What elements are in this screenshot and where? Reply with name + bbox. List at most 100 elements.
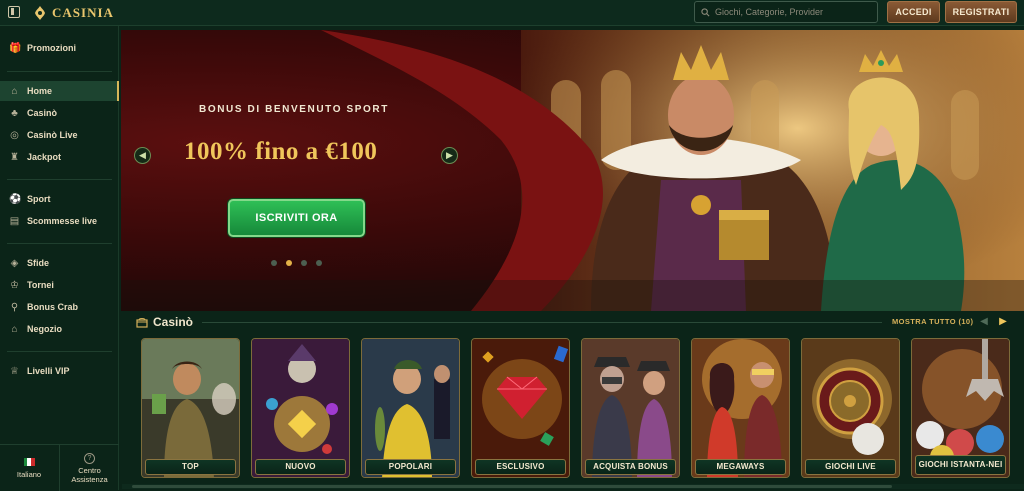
sidebar-item-label: Casinò Live — [27, 130, 78, 140]
card-label: POPOLARI — [365, 459, 456, 475]
hero-banner[interactable]: BONUS DI BENVENUTO SPORT ◀ 100% fino a €… — [121, 30, 1024, 311]
category-card-acquista-bonus[interactable]: ACQUISTA BONUS — [581, 338, 680, 478]
show-all-link[interactable]: MOSTRA TUTTO (10) — [892, 317, 973, 326]
carousel-dot[interactable] — [316, 260, 322, 266]
claw-icon: ⚲ — [10, 301, 19, 313]
carousel-dot[interactable] — [301, 260, 307, 266]
section-title: Casinò — [136, 315, 193, 329]
card-label: GIOCHI ISTANTA-NEI — [915, 455, 1006, 475]
card-art-ruby-icon — [472, 339, 569, 477]
sidebar-item-label: Home — [27, 86, 53, 96]
trophy-icon: ♔ — [10, 279, 19, 291]
search-box[interactable] — [694, 1, 878, 23]
logo[interactable]: CASINIA — [32, 4, 114, 22]
sidebar-item-promozioni[interactable]: 🎁 Promozioni — [0, 38, 119, 58]
sidebar-item-bonus-crab[interactable]: ⚲ Bonus Crab — [0, 297, 119, 317]
card-art-roulette-icon — [802, 339, 899, 477]
cherries-icon: ♣ — [11, 107, 18, 119]
sidebar-item-livelli-vip[interactable]: ♕ Livelli VIP — [0, 361, 119, 381]
card-label: GIOCHI LIVE — [805, 459, 896, 475]
card-label: ESCLUSIVO — [475, 459, 566, 475]
sidebar-item-label: Jackpot — [27, 152, 62, 162]
sidebar-divider — [7, 179, 112, 180]
hero-illustration — [121, 30, 1024, 311]
card-art-explorer-icon — [142, 339, 239, 477]
card-label: ACQUISTA BONUS — [585, 459, 676, 475]
sidebar: 🎁 Promozioni ⌂ Home ♣ Casinò ◎ Casinò Li… — [0, 26, 119, 491]
category-card-esclusivo[interactable]: ESCLUSIVO — [471, 338, 570, 478]
sidebar-divider — [7, 351, 112, 352]
sidebar-item-label: Tornei — [27, 280, 54, 290]
card-art-bandits-icon — [582, 339, 679, 477]
home-icon: ⌂ — [11, 85, 18, 97]
sidebar-footer: Italiano ? Centro Assistenza — [0, 444, 119, 491]
jackpot-icon: ♜ — [10, 151, 19, 163]
section-divider — [202, 322, 882, 323]
card-art-wizard-icon — [252, 339, 349, 477]
sidebar-item-casino[interactable]: ♣ Casinò — [0, 103, 119, 123]
gift-icon: 🎁 — [9, 42, 22, 54]
login-button[interactable]: ACCEDI — [887, 1, 940, 23]
category-card-giochi-istantanei[interactable]: GIOCHI ISTANTA-NEI — [911, 338, 1010, 478]
sidebar-item-label: Casinò — [27, 108, 58, 118]
section-next-arrow-icon[interactable]: ▶ — [997, 316, 1009, 328]
help-icon: ? — [84, 452, 95, 464]
register-button[interactable]: REGISTRATI — [945, 1, 1017, 23]
sidebar-item-casino-live[interactable]: ◎ Casinò Live — [0, 125, 119, 145]
category-card-nuovo[interactable]: NUOVO — [251, 338, 350, 478]
category-card-top[interactable]: TOP — [141, 338, 240, 478]
language-selector[interactable]: Italiano — [0, 445, 58, 491]
italy-flag-icon — [23, 457, 35, 466]
signup-now-button[interactable]: ISCRIVITI ORA — [228, 199, 365, 237]
sidebar-divider — [7, 243, 112, 244]
live-bet-icon: ▤ — [9, 215, 20, 227]
casino-chest-icon — [136, 317, 148, 328]
hero-next-arrow-icon[interactable]: ▶ — [441, 147, 458, 164]
sidebar-item-sfide[interactable]: ◈ Sfide — [0, 253, 119, 273]
sidebar-item-label: Sfide — [27, 258, 50, 268]
logo-text: CASINIA — [52, 5, 114, 20]
hero-prev-arrow-icon[interactable]: ◀ — [134, 147, 151, 164]
football-icon: ⚽ — [9, 193, 22, 205]
sidebar-item-home[interactable]: ⌂ Home — [0, 81, 119, 101]
category-card-megaways[interactable]: MEGAWAYS — [691, 338, 790, 478]
help-center-link[interactable]: ? Centro Assistenza — [59, 445, 119, 491]
carousel-dots — [271, 260, 322, 266]
sidebar-item-label: Negozio — [27, 324, 62, 334]
sidebar-item-label: Promozioni — [27, 43, 76, 53]
sidebar-divider — [7, 71, 112, 72]
sidebar-item-negozio[interactable]: ⌂ Negozio — [0, 319, 119, 339]
carousel-dot[interactable] — [271, 260, 277, 266]
carousel-dot-active[interactable] — [286, 260, 292, 266]
sidebar-item-label: Livelli VIP — [27, 366, 70, 376]
section-prev-arrow-icon[interactable]: ◀ — [978, 316, 990, 328]
section-title-text: Casinò — [153, 315, 194, 329]
card-label: MEGAWAYS — [695, 459, 786, 475]
scrollbar-thumb[interactable] — [132, 485, 892, 488]
horizontal-scrollbar[interactable] — [122, 484, 1024, 489]
help-label: Centro Assistenza — [71, 465, 108, 484]
sidebar-toggle-icon[interactable] — [8, 6, 20, 18]
challenge-icon: ◈ — [10, 257, 19, 269]
language-label: Italiano — [16, 469, 42, 479]
logo-crown-icon — [35, 6, 45, 20]
category-card-giochi-live[interactable]: GIOCHI LIVE — [801, 338, 900, 478]
roulette-icon: ◎ — [10, 129, 19, 141]
top-bar: CASINIA ACCEDI REGISTRATI — [0, 0, 1024, 26]
sidebar-item-sport[interactable]: ⚽ Sport — [0, 189, 119, 209]
sidebar-item-jackpot[interactable]: ♜ Jackpot — [0, 147, 119, 167]
category-card-popolari[interactable]: POPOLARI — [361, 338, 460, 478]
search-icon — [701, 7, 710, 16]
sidebar-item-scommesse-live[interactable]: ▤ Scommesse live — [0, 211, 119, 231]
sidebar-item-label: Sport — [27, 194, 51, 204]
card-label: TOP — [145, 459, 236, 475]
casino-section-header: Casinò MOSTRA TUTTO (10) ◀ ▶ — [136, 312, 1016, 332]
card-label: NUOVO — [255, 459, 346, 475]
card-art-vegas-couple-icon — [692, 339, 789, 477]
sidebar-item-label: Scommesse live — [27, 216, 98, 226]
sidebar-item-tornei[interactable]: ♔ Tornei — [0, 275, 119, 295]
hero-subtitle: BONUS DI BENVENUTO SPORT — [199, 104, 389, 115]
casino-category-cards: TOP NUOVO POPOLARI ESCLUSIVO ACQUISTA BO… — [141, 338, 1021, 478]
sidebar-item-label: Bonus Crab — [27, 302, 79, 312]
search-input[interactable] — [715, 7, 865, 17]
